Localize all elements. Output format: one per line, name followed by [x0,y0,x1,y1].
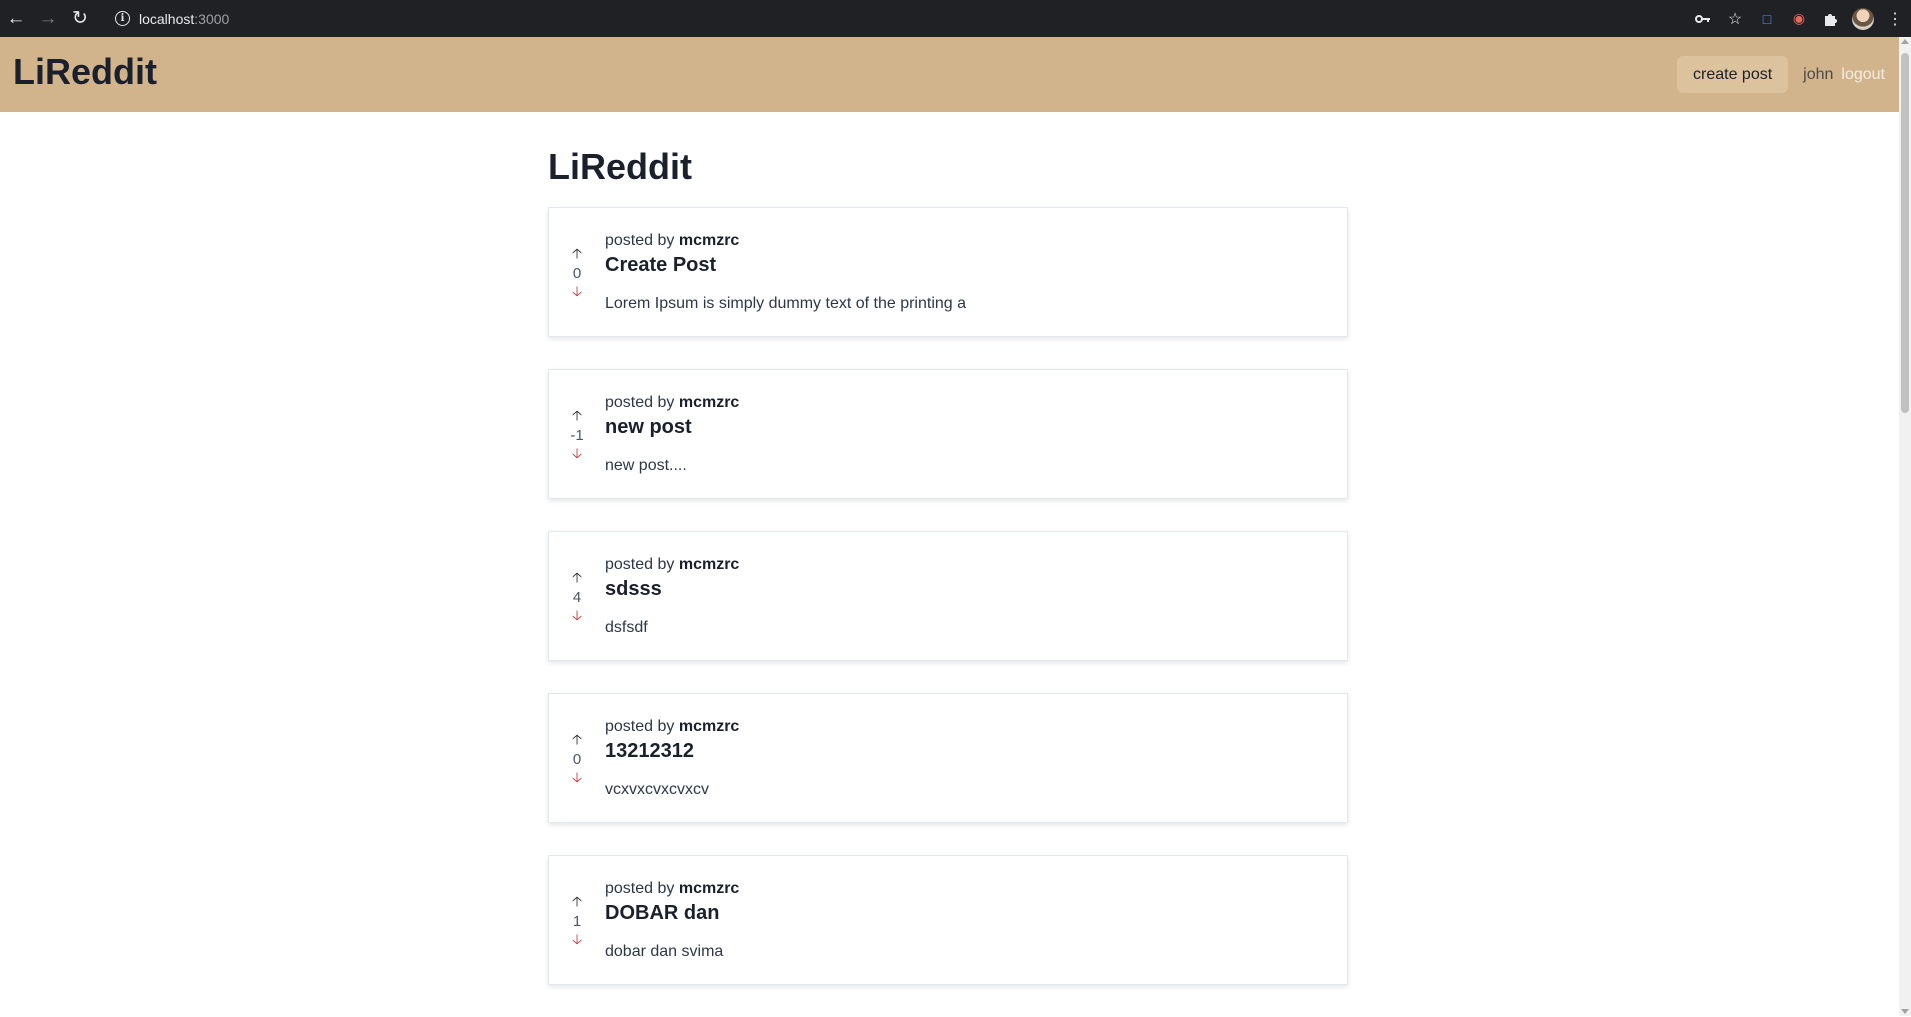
post-title[interactable]: DOBAR dan [605,902,1347,925]
browser-toolbar: ← → ↻ i localhost:3000 ☆ □ ◉ ⋮ [0,0,1911,37]
post-card: 🡡 0 🡣 posted by mcmzrc Create Post Lorem… [548,207,1348,338]
posted-by-label: posted by [605,556,675,574]
scroll-thumb[interactable] [1901,53,1909,413]
post-title[interactable]: 13212312 [605,740,1347,763]
posted-by-label: posted by [605,394,675,412]
scroll-up-icon[interactable] [1901,39,1909,44]
post-points: -1 [570,427,584,445]
arrow-up-icon[interactable]: 🡡 [572,571,582,585]
post-byline: posted by mcmzrc [605,556,1347,574]
info-icon[interactable]: i [115,11,130,26]
post-snippet: vcxvxcvxcvxcv [605,781,709,799]
posted-by-label: posted by [605,718,675,736]
post-author: mcmzrc [678,232,740,250]
forward-arrow-icon[interactable]: → [32,0,64,37]
post-body: posted by mcmzrc 13212312 vcxvxcvxcvxcv [605,694,1347,822]
nav-actions: create post john logout [1677,56,1885,93]
posted-by-label: posted by [605,880,675,898]
create-post-button[interactable]: create post [1677,56,1789,93]
key-icon[interactable] [1687,0,1719,37]
page-title: LiReddit [548,146,692,187]
scroll-down-icon[interactable] [1901,1009,1909,1014]
post-body: posted by mcmzrc sdsss dsfsdf [605,532,1347,660]
back-arrow-icon[interactable]: ← [0,0,32,37]
post-body: posted by mcmzrc DOBAR dan dobar dan svi… [605,856,1347,984]
post-points: 1 [572,913,582,931]
post-points: 0 [572,751,582,769]
username: john [1803,65,1834,83]
arrow-up-icon[interactable]: 🡡 [572,247,582,261]
post-author: mcmzrc [678,394,740,412]
browser-actions: ☆ □ ◉ ⋮ [1687,0,1911,37]
star-icon[interactable]: ☆ [1719,0,1751,37]
site-navbar: LiReddit create post john logout [0,37,1899,112]
reload-icon[interactable]: ↻ [64,0,96,37]
arrow-down-icon[interactable]: 🡣 [572,933,582,947]
arrow-up-icon[interactable]: 🡡 [572,409,582,423]
profile-avatar[interactable] [1847,0,1879,37]
arrow-up-icon[interactable]: 🡡 [572,733,582,747]
url-port: :3000 [194,10,230,27]
translate-extension-icon[interactable]: □ [1751,0,1783,37]
post-card: 🡡 1 🡣 posted by mcmzrc DOBAR dan dobar d… [548,855,1348,986]
post-card: 🡡 -1 🡣 posted by mcmzrc new post new pos… [548,369,1348,500]
address-bar[interactable]: i localhost:3000 [105,4,1865,33]
post-points: 4 [572,589,582,607]
vote-section: 🡡 0 🡣 [549,694,605,822]
arrow-down-icon[interactable]: 🡣 [572,285,582,299]
post-author: mcmzrc [678,880,740,898]
post-snippet: dobar dan svima [605,943,724,961]
vote-section: 🡡 1 🡣 [549,856,605,984]
post-title[interactable]: new post [605,416,1347,439]
avatar [1852,7,1874,30]
arrow-down-icon[interactable]: 🡣 [572,771,582,785]
post-title[interactable]: Create Post [605,254,1347,277]
post-byline: posted by mcmzrc [605,232,1347,250]
post-author: mcmzrc [678,718,740,736]
post-snippet: dsfsdf [605,619,648,637]
page-scrollbar[interactable] [1899,37,1911,1016]
vote-section: 🡡 4 🡣 [549,532,605,660]
vote-section: 🡡 -1 🡣 [549,370,605,498]
post-body: posted by mcmzrc Create Post Lorem Ipsum… [605,208,1347,336]
main-content: LiReddit 🡡 0 🡣 posted by mcmzrc Create P… [548,112,1348,1017]
arrow-down-icon[interactable]: 🡣 [572,609,582,623]
puzzle-icon[interactable] [1815,0,1847,37]
site-logo[interactable]: LiReddit [13,51,157,93]
arrow-down-icon[interactable]: 🡣 [572,447,582,461]
post-title[interactable]: sdsss [605,578,1347,601]
post-card: 🡡 0 🡣 posted by mcmzrc 13212312 vcxvxcvx… [548,693,1348,824]
vote-section: 🡡 0 🡣 [549,208,605,336]
extension-icon[interactable]: ◉ [1783,0,1815,37]
posted-by-label: posted by [605,232,675,250]
post-snippet: Lorem Ipsum is simply dummy text of the … [605,295,967,313]
post-byline: posted by mcmzrc [605,718,1347,736]
post-card: 🡡 4 🡣 posted by mcmzrc sdsss dsfsdf [548,531,1348,662]
post-author: mcmzrc [678,556,740,574]
post-list: 🡡 0 🡣 posted by mcmzrc Create Post Lorem… [548,207,1348,986]
post-byline: posted by mcmzrc [605,394,1347,412]
post-points: 0 [572,265,582,283]
post-byline: posted by mcmzrc [605,880,1347,898]
kebab-menu-icon[interactable]: ⋮ [1879,0,1911,37]
post-snippet: new post.... [605,457,687,475]
post-body: posted by mcmzrc new post new post.... [605,370,1347,498]
logout-button[interactable]: logout [1841,66,1885,84]
url-host: localhost [139,10,195,27]
arrow-up-icon[interactable]: 🡡 [572,895,582,909]
